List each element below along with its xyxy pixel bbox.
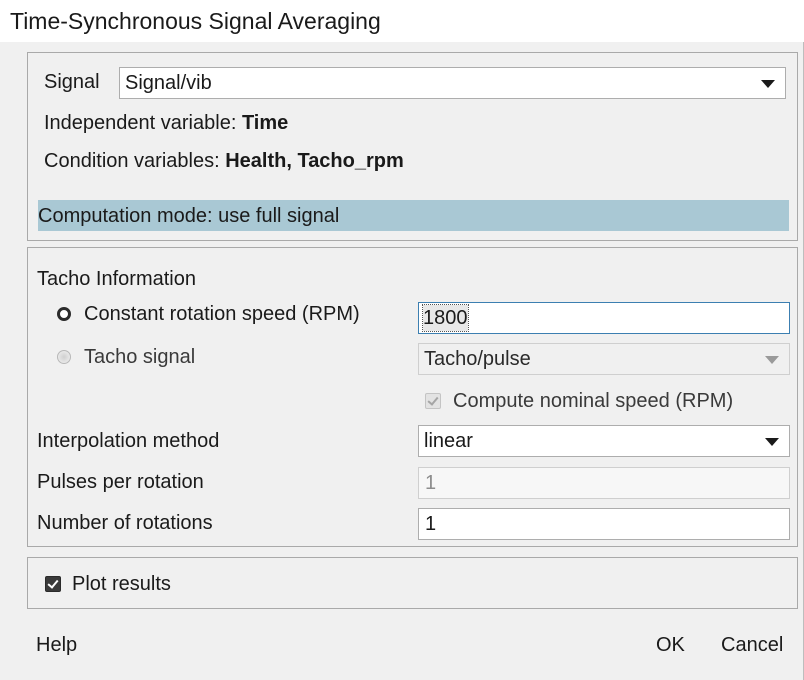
tacho-heading: Tacho Information (37, 268, 196, 290)
computation-mode-text: Computation mode: use full signal (38, 205, 340, 227)
pulses-label: Pulses per rotation (37, 471, 204, 493)
interpolation-dropdown[interactable]: linear (418, 425, 790, 457)
independent-variable-value: Time (241, 112, 289, 134)
title-bar: Time-Synchronous Signal Averaging (0, 0, 804, 42)
condition-variables-value: Health, Tacho_rpm (225, 150, 404, 172)
window-title: Time-Synchronous Signal Averaging (10, 8, 381, 34)
signal-dropdown[interactable]: Signal/vib (119, 67, 786, 99)
ok-button[interactable]: OK (656, 632, 685, 658)
tacho-signal-dropdown[interactable]: Tacho/pulse (418, 343, 790, 375)
pulses-input[interactable]: 1 (418, 467, 790, 499)
independent-variable-text: Independent variable: Time (44, 110, 288, 136)
signal-dropdown-value: Signal/vib (125, 72, 212, 94)
condition-variables-text: Condition variables: Health, Tacho_rpm (44, 148, 404, 174)
rotations-label: Number of rotations (37, 512, 213, 534)
computation-mode-bar[interactable]: Computation mode: use full signal (38, 200, 789, 231)
compute-nominal-label: Compute nominal speed (RPM) (453, 390, 734, 412)
compute-nominal-checkbox[interactable] (425, 393, 441, 409)
plot-results-checkbox[interactable] (45, 576, 61, 592)
tacho-signal-label: Tacho signal (84, 346, 196, 368)
tacho-signal-dropdown-value: Tacho/pulse (424, 348, 531, 370)
tsa-dialog: Time-Synchronous Signal Averaging Signal… (0, 0, 804, 680)
plot-panel: Plot results (27, 557, 798, 609)
chevron-down-icon (761, 80, 775, 88)
constant-speed-label: Constant rotation speed (RPM) (84, 303, 360, 325)
constant-speed-radio[interactable] (57, 307, 71, 321)
cancel-button[interactable]: Cancel (721, 632, 783, 658)
signal-panel: Signal Signal/vib Independent variable: … (27, 52, 798, 241)
tacho-signal-radio[interactable] (57, 350, 71, 364)
rotations-value: 1 (425, 513, 437, 535)
rotations-input[interactable]: 1 (418, 508, 790, 540)
help-button[interactable]: Help (36, 632, 77, 658)
plot-results-label: Plot results (72, 573, 171, 595)
interpolation-dropdown-value: linear (424, 430, 473, 452)
chevron-down-icon (765, 438, 779, 446)
independent-variable-label: Independent variable: (44, 112, 242, 134)
tacho-panel: Tacho Information Constant rotation spee… (27, 247, 798, 547)
chevron-down-icon (765, 356, 779, 364)
signal-label: Signal (44, 71, 100, 93)
constant-speed-input[interactable]: 1800 (418, 302, 790, 334)
constant-speed-value: 1800 (422, 304, 469, 332)
pulses-value: 1 (425, 472, 437, 494)
condition-variables-label: Condition variables: (44, 150, 226, 172)
interpolation-label: Interpolation method (37, 430, 220, 452)
